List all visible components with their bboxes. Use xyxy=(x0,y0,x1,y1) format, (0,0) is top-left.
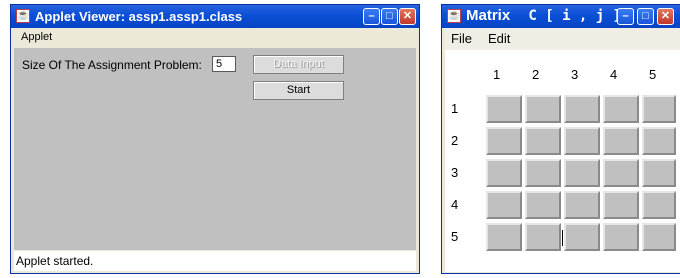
matrix-cell[interactable] xyxy=(642,127,676,155)
matrix-cell[interactable] xyxy=(525,127,561,155)
matrix-content-panel: 1 2 3 4 5 1 2 3 4 5 xyxy=(445,50,680,272)
matrix-cell[interactable] xyxy=(564,95,600,123)
matrix-cell[interactable] xyxy=(486,191,522,219)
column-header: 5 xyxy=(649,67,657,82)
maximize-icon[interactable]: □ xyxy=(381,8,398,25)
matrix-cell[interactable] xyxy=(486,159,522,187)
matrix-cell[interactable] xyxy=(525,191,561,219)
menu-applet[interactable]: Applet xyxy=(21,31,52,43)
matrix-cell[interactable] xyxy=(525,223,561,251)
matrix-cell[interactable] xyxy=(603,191,639,219)
size-label: Size Of The Assignment Problem: xyxy=(22,58,202,72)
java-cup-icon: ☕ xyxy=(447,9,461,23)
matrix-cell[interactable] xyxy=(525,95,561,123)
maximize-icon[interactable]: □ xyxy=(637,8,654,25)
close-icon[interactable]: ✕ xyxy=(657,8,674,25)
column-header: 3 xyxy=(571,67,579,82)
minimize-icon[interactable]: – xyxy=(617,8,634,25)
row-header: 2 xyxy=(451,133,459,148)
matrix-cell[interactable] xyxy=(603,223,639,251)
minimize-icon[interactable]: – xyxy=(363,8,380,25)
column-header: 4 xyxy=(610,67,618,82)
matrix-title-prefix: Matrix xyxy=(466,7,511,24)
matrix-cell[interactable] xyxy=(642,159,676,187)
menu-file[interactable]: File xyxy=(451,31,472,46)
matrix-window-title: Matrix C [ i , j ] xyxy=(466,7,621,24)
matrix-cell[interactable] xyxy=(642,191,676,219)
applet-content-panel: Size Of The Assignment Problem: 5 Data I… xyxy=(14,48,416,250)
matrix-title-suffix: C [ i , j ] xyxy=(528,8,622,24)
matrix-cell[interactable] xyxy=(603,95,639,123)
row-header: 3 xyxy=(451,165,459,180)
java-cup-icon: ☕ xyxy=(16,9,30,23)
column-header: 1 xyxy=(493,67,501,82)
matrix-cell[interactable] xyxy=(564,191,600,219)
close-icon[interactable]: ✕ xyxy=(399,8,416,25)
row-header: 5 xyxy=(451,229,459,244)
size-input[interactable]: 5 xyxy=(212,56,236,72)
matrix-menu-bar: File Edit xyxy=(445,28,680,50)
matrix-cell[interactable] xyxy=(486,223,522,251)
applet-title-bar[interactable]: ☕ Applet Viewer: assp1.assp1.class – □ ✕ xyxy=(11,5,419,28)
matrix-cell[interactable] xyxy=(564,159,600,187)
matrix-cell[interactable] xyxy=(486,95,522,123)
data-input-button[interactable]: Data Input xyxy=(253,55,344,74)
row-header: 4 xyxy=(451,197,459,212)
text-cursor-icon xyxy=(562,230,563,246)
matrix-title-bar[interactable]: ☕ Matrix C [ i , j ] – □ ✕ xyxy=(442,5,680,28)
applet-viewer-window: ☕ Applet Viewer: assp1.assp1.class – □ ✕… xyxy=(10,4,420,274)
matrix-cell[interactable] xyxy=(603,159,639,187)
matrix-cell[interactable] xyxy=(525,159,561,187)
column-header: 2 xyxy=(532,67,540,82)
matrix-window: ☕ Matrix C [ i , j ] – □ ✕ File Edit 1 2 3… xyxy=(441,4,680,274)
matrix-cell[interactable] xyxy=(642,223,676,251)
applet-window-title: Applet Viewer: assp1.assp1.class xyxy=(35,9,243,24)
matrix-cell[interactable] xyxy=(564,223,600,251)
row-header: 1 xyxy=(451,101,459,116)
matrix-cell[interactable] xyxy=(564,127,600,155)
matrix-cell[interactable] xyxy=(603,127,639,155)
applet-menu-bar: Applet xyxy=(14,28,416,48)
menu-edit[interactable]: Edit xyxy=(488,31,510,46)
matrix-cell[interactable] xyxy=(486,127,522,155)
status-text: Applet started. xyxy=(16,254,94,268)
matrix-cell[interactable] xyxy=(642,95,676,123)
applet-status-bar: Applet started. xyxy=(14,251,416,271)
start-button[interactable]: Start xyxy=(253,81,344,100)
